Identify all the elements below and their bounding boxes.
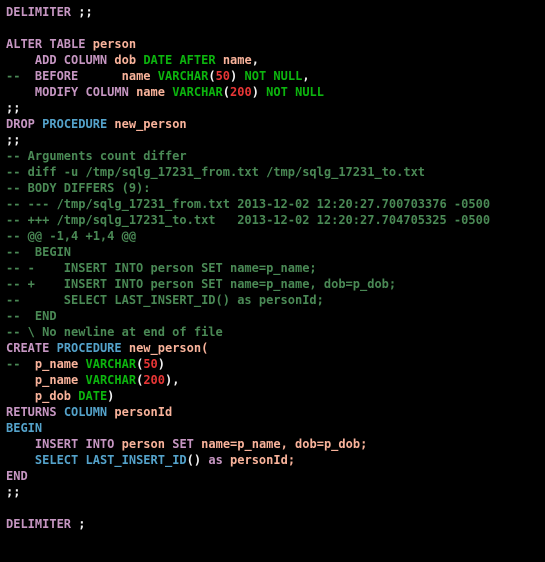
keyword: ALTER TABLE: [6, 37, 85, 51]
op: (): [187, 453, 201, 467]
keyword: as: [208, 453, 222, 467]
func: LAST_INSERT_ID: [86, 453, 187, 467]
line: ;;: [6, 133, 20, 147]
line: INSERT INTO person SET name=p_name, dob=…: [6, 437, 367, 451]
line: p_dob DATE): [6, 389, 114, 403]
keyword: PROCEDURE: [42, 117, 107, 131]
op: (: [208, 69, 215, 83]
comment-marker: --: [6, 357, 20, 371]
type: VARCHAR: [158, 69, 209, 83]
ident: name: [223, 53, 252, 67]
ident: person: [93, 37, 136, 51]
comment-marker: --: [6, 69, 20, 83]
keyword: SELECT: [35, 453, 78, 467]
ident: personId: [114, 405, 172, 419]
keyword: ADD COLUMN: [35, 53, 107, 67]
keyword: CREATE: [6, 341, 49, 355]
comment-line: -- +++ /tmp/sqlg_17231_to.txt 2013-12-02…: [6, 213, 490, 227]
line: CREATE PROCEDURE new_person(: [6, 341, 208, 355]
keyword: SET: [172, 437, 194, 451]
ident: p_name: [35, 373, 78, 387]
keyword: INSERT INTO: [35, 437, 114, 451]
line: END: [6, 469, 28, 483]
op: ;;: [6, 101, 20, 115]
keyword: DROP: [6, 117, 35, 131]
ident: p_dob: [35, 389, 71, 403]
keyword: PROCEDURE: [57, 341, 122, 355]
comment-line: -- END: [6, 309, 57, 323]
comment-line: -- BEGIN: [6, 245, 71, 259]
keyword: BEGIN: [6, 421, 42, 435]
type: DATE: [78, 389, 107, 403]
type: VARCHAR: [86, 357, 137, 371]
keyword: END: [6, 469, 28, 483]
ident: personId;: [230, 453, 295, 467]
ident: new_person: [114, 117, 186, 131]
number: 200: [230, 85, 252, 99]
type: VARCHAR: [172, 85, 223, 99]
line: ;;: [6, 485, 20, 499]
keyword: NOT: [245, 69, 267, 83]
keyword: AFTER: [179, 53, 215, 67]
ident: name: [122, 69, 151, 83]
keyword: COLUMN: [64, 405, 107, 419]
comment-line: -- \ No newline at end of file: [6, 325, 223, 339]
type: DATE: [143, 53, 172, 67]
comment-line: -- @@ -1,4 +1,4 @@: [6, 229, 136, 243]
op: ): [158, 357, 165, 371]
ident: name=p_name, dob=p_dob;: [201, 437, 367, 451]
op: ;;: [6, 133, 20, 147]
op: ;: [78, 517, 85, 531]
line: ALTER TABLE person: [6, 37, 136, 51]
line: SELECT LAST_INSERT_ID() as personId;: [6, 453, 295, 467]
ident: dob: [114, 53, 136, 67]
line: ADD COLUMN dob DATE AFTER name,: [6, 53, 259, 67]
line: p_name VARCHAR(200),: [6, 373, 179, 387]
op: ),: [165, 373, 179, 387]
line: DELIMITER ;;: [6, 5, 93, 19]
op: ): [252, 85, 259, 99]
number: 50: [143, 357, 157, 371]
number: 50: [216, 69, 230, 83]
line: ;;: [6, 101, 20, 115]
comment-line: -- BODY DIFFERS (9):: [6, 181, 151, 195]
line: MODIFY COLUMN name VARCHAR(200) NOT NULL: [6, 85, 324, 99]
op: ): [107, 389, 114, 403]
keyword: NOT: [266, 85, 288, 99]
type: VARCHAR: [86, 373, 137, 387]
ident: name: [136, 85, 165, 99]
comment-line: -- SELECT LAST_INSERT_ID() as personId;: [6, 293, 324, 307]
op: ,: [252, 53, 259, 67]
code-block: DELIMITER ;; ALTER TABLE person ADD COLU…: [0, 0, 545, 536]
keyword: NULL: [295, 85, 324, 99]
op: ,: [302, 69, 309, 83]
line: RETURNS COLUMN personId: [6, 405, 172, 419]
ident: p_name: [35, 357, 78, 371]
comment-line: -- --- /tmp/sqlg_17231_from.txt 2013-12-…: [6, 197, 490, 211]
keyword: RETURNS: [6, 405, 57, 419]
keyword: BEFORE: [35, 69, 78, 83]
keyword: NULL: [273, 69, 302, 83]
op: ;;: [78, 5, 92, 19]
line: -- p_name VARCHAR(50): [6, 357, 165, 371]
line: DROP PROCEDURE new_person: [6, 117, 187, 131]
ident: person: [122, 437, 165, 451]
comment-line: -- - INSERT INTO person SET name=p_name;: [6, 261, 317, 275]
comment-line: -- Arguments count differ: [6, 149, 187, 163]
op: ): [230, 69, 237, 83]
number: 200: [143, 373, 165, 387]
comment-line: -- diff -u /tmp/sqlg_17231_from.txt /tmp…: [6, 165, 425, 179]
comment-line: -- + INSERT INTO person SET name=p_name,…: [6, 277, 396, 291]
op: ;;: [6, 485, 20, 499]
keyword: MODIFY COLUMN: [35, 85, 129, 99]
op: (: [223, 85, 230, 99]
keyword: DELIMITER: [6, 517, 71, 531]
line: BEGIN: [6, 421, 42, 435]
keyword: DELIMITER: [6, 5, 71, 19]
line: DELIMITER ;: [6, 517, 86, 531]
ident: new_person(: [129, 341, 208, 355]
line: -- BEFORE name VARCHAR(50) NOT NULL,: [6, 69, 310, 83]
